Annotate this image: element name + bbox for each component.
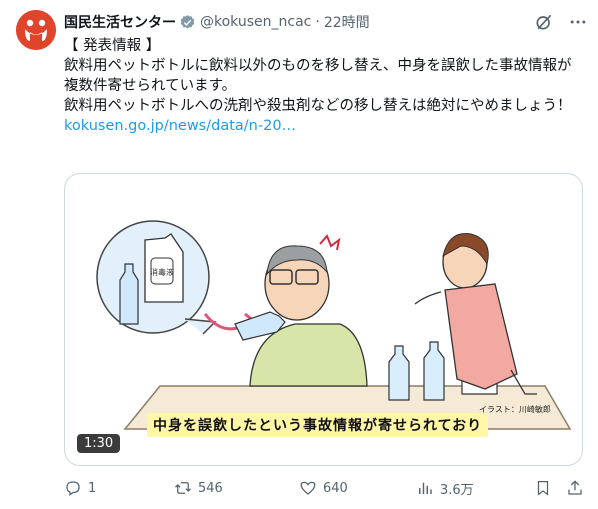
post-header: 国民生活センター @kokusen_ncac · 22時間 — [64, 11, 588, 33]
bookmark-button[interactable] — [534, 479, 566, 497]
display-name[interactable]: 国民生活センター — [64, 12, 176, 32]
repost-icon — [175, 482, 191, 494]
views-button[interactable]: 3.6万 — [416, 479, 534, 498]
bookmark-icon — [537, 480, 549, 496]
share-icon — [568, 480, 582, 495]
illustration-credit: イラスト：川崎敏郎 — [479, 405, 551, 414]
post-line-2: 飲料用ペットボトルに飲料以外のものを移し替え、中身を誤飲した事故情報が複数件寄せ… — [64, 58, 572, 94]
grok-icon[interactable] — [534, 12, 554, 32]
post-line-3: 飲料用ペットボトルへの洗剤や殺虫剤などの移し替えは絶対にやめましょう！ — [64, 98, 572, 114]
meta-separator: · — [315, 14, 320, 30]
action-bar: 1 546 640 3.6万 — [64, 476, 590, 500]
like-button[interactable]: 640 — [299, 479, 416, 497]
handle[interactable]: @kokusen_ncac — [200, 14, 311, 30]
reply-count: 1 — [88, 480, 97, 496]
repost-button[interactable]: 546 — [174, 479, 299, 497]
verified-badge-icon — [180, 14, 195, 29]
avatar[interactable] — [16, 10, 56, 50]
like-count: 640 — [323, 480, 348, 496]
heart-icon — [300, 481, 316, 495]
article-link[interactable]: kokusen.go.jp/news/data/n-20… — [64, 118, 296, 134]
repost-count: 546 — [198, 480, 223, 496]
views-chart-icon — [419, 482, 432, 494]
post-time[interactable]: 22時間 — [324, 12, 370, 32]
reply-icon — [66, 481, 80, 497]
video-caption: 中身を誤飲したという事故情報が寄せられており — [147, 413, 489, 437]
bubble-jug-label: 消毒液 — [150, 267, 174, 277]
share-button[interactable] — [566, 479, 584, 497]
post-body: 【 発表情報 】 飲料用ペットボトルに飲料以外のものを移し替え、中身を誤飲した事… — [64, 36, 584, 136]
more-options-icon[interactable] — [568, 12, 588, 32]
view-count: 3.6万 — [440, 482, 474, 498]
brand-logo-icon — [16, 10, 56, 50]
video-player[interactable]: 消毒液 消毒液 イラスト：川崎敏郎 中身を誤飲したという事故情報が寄せられており… — [64, 173, 583, 466]
reply-button[interactable]: 1 — [64, 479, 174, 497]
video-duration: 1:30 — [77, 434, 121, 453]
post-line-1: 【 発表情報 】 — [64, 38, 161, 54]
